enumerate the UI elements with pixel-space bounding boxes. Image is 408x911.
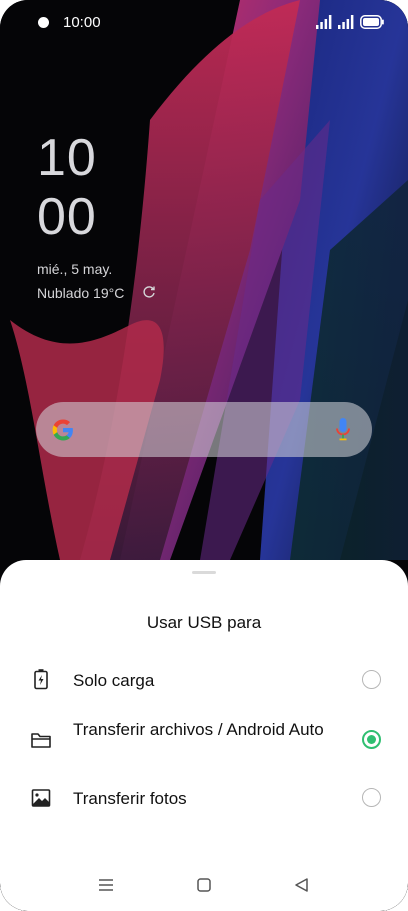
usb-options-sheet: Usar USB para Solo carga Transferir arch… [0, 560, 408, 911]
folder-icon [31, 733, 51, 748]
menu-icon[interactable] [97, 876, 115, 894]
sheet-title: Usar USB para [146, 613, 262, 632]
sheet-drag-handle[interactable] [192, 571, 216, 574]
radio-button[interactable] [362, 788, 381, 807]
radio-button-selected[interactable] [362, 730, 381, 749]
status-time: 10:00 [63, 14, 101, 31]
signal-icon [316, 15, 332, 29]
option-transferir-archivos[interactable]: Transferir archivos / Android Auto [0, 713, 408, 767]
refresh-icon[interactable] [141, 284, 157, 300]
clock-hours: 10 [37, 129, 97, 187]
battery-icon [360, 15, 384, 29]
option-label: Transferir archivos / Android Auto [73, 720, 324, 739]
clock-date: mié., 5 may. [37, 261, 113, 277]
phone-screen: 10:00 10 00 mié., 5 may. Nublado 19°C Us… [0, 0, 408, 911]
radio-button[interactable] [362, 670, 381, 689]
google-icon [52, 419, 73, 441]
search-bar[interactable] [36, 402, 372, 457]
microphone-icon[interactable] [335, 417, 351, 443]
option-label: Solo carga [73, 671, 155, 690]
clock-minutes: 00 [37, 188, 97, 246]
status-bar: 10:00 [0, 0, 408, 46]
weather-text[interactable]: Nublado 19°C [37, 285, 124, 301]
option-transferir-fotos[interactable]: Transferir fotos [0, 771, 408, 825]
photo-icon [31, 789, 51, 807]
back-icon[interactable] [293, 876, 311, 894]
option-solo-carga[interactable]: Solo carga [0, 653, 408, 707]
battery-charging-icon [34, 669, 48, 690]
notification-dot-icon [38, 17, 49, 28]
option-label: Transferir fotos [73, 789, 187, 808]
signal-icon [338, 15, 354, 29]
home-icon[interactable] [195, 876, 213, 894]
